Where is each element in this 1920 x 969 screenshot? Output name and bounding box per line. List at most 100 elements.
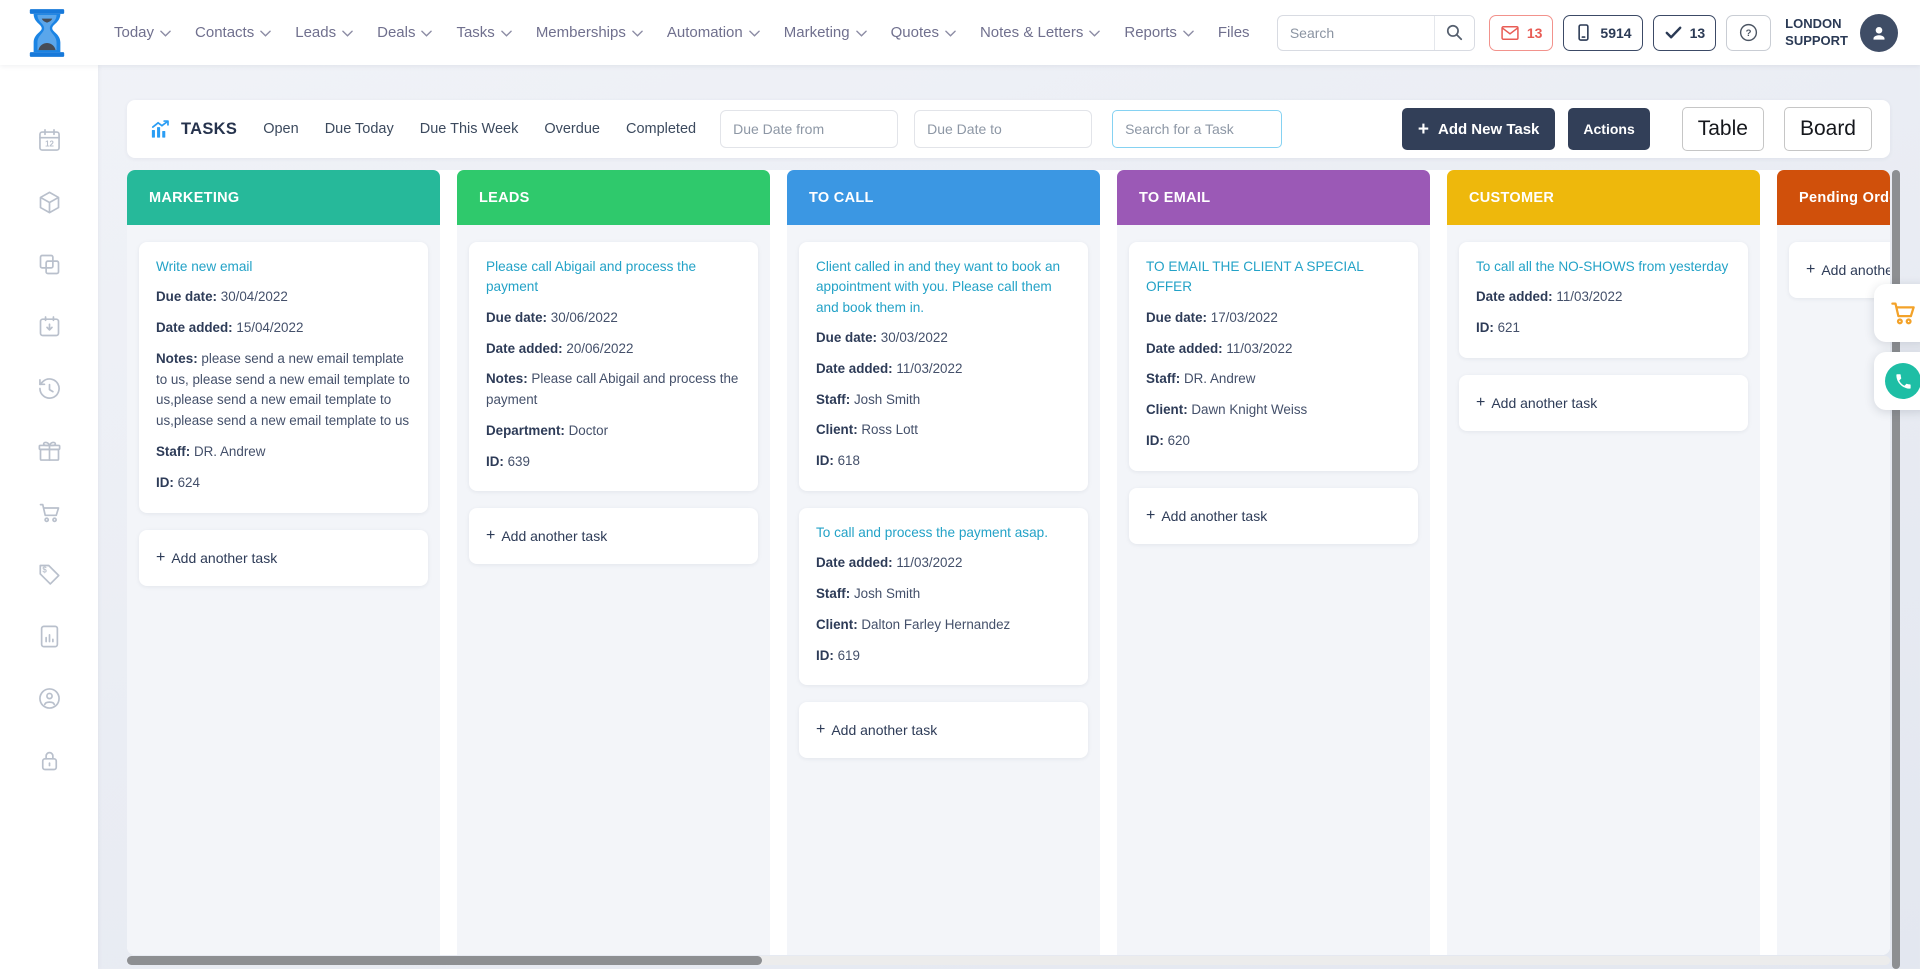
task-card[interactable]: Write new email Due date: 30/04/2022 Dat…: [139, 242, 428, 513]
add-another-task-label: Add another task: [1161, 508, 1267, 524]
user-name: LONDON SUPPORT: [1785, 16, 1848, 50]
field-label: ID:: [816, 648, 834, 663]
task-card[interactable]: TO EMAIL THE CLIENT A SPECIAL OFFER Due …: [1129, 242, 1418, 471]
actions-button[interactable]: Actions: [1568, 108, 1649, 150]
column-header[interactable]: TO CALL: [787, 170, 1100, 225]
add-another-task-label: Add another task: [501, 528, 607, 544]
field-value: 11/03/2022: [896, 361, 962, 376]
nav-today[interactable]: Today: [114, 24, 171, 41]
nav-automation[interactable]: Automation: [667, 24, 760, 41]
sidebar-item-pricing[interactable]: $: [36, 561, 63, 588]
calendar-sync-icon: [36, 313, 63, 340]
page-title-text: TASKS: [181, 120, 237, 139]
nav-files[interactable]: Files: [1218, 24, 1250, 41]
task-title-link[interactable]: To call all the NO-SHOWS from yesterday: [1476, 257, 1731, 277]
task-title-link[interactable]: Write new email: [156, 257, 411, 277]
table-view-button[interactable]: Table: [1682, 107, 1764, 151]
avatar[interactable]: [1860, 14, 1898, 52]
nav-tasks[interactable]: Tasks: [456, 24, 511, 41]
plus-icon: +: [1418, 120, 1429, 139]
global-search-input[interactable]: [1278, 25, 1434, 41]
field-value: Doctor: [569, 423, 608, 438]
column-header[interactable]: MARKETING: [127, 170, 440, 225]
sidebar-item-reports[interactable]: [36, 623, 63, 650]
help-button[interactable]: ?: [1726, 15, 1771, 51]
due-date-to-input[interactable]: [914, 110, 1092, 148]
filter-completed[interactable]: Completed: [626, 121, 696, 137]
field-value: 624: [178, 475, 200, 490]
add-another-task-label: Add another task: [1491, 395, 1597, 411]
add-new-task-button[interactable]: +Add New Task: [1402, 108, 1556, 150]
cart-icon: [1888, 298, 1918, 328]
board-view-button[interactable]: Board: [1784, 107, 1872, 151]
task-card[interactable]: Please call Abigail and process the paym…: [469, 242, 758, 491]
task-title-link[interactable]: Please call Abigail and process the paym…: [486, 257, 741, 298]
chevron-down-icon: [501, 30, 512, 37]
sidebar-item-security[interactable]: [36, 747, 63, 774]
field-label: Staff:: [156, 444, 190, 459]
sidebar-item-pages[interactable]: [36, 251, 63, 278]
tasks-toolbar: TASKS Open Due Today Due This Week Overd…: [127, 100, 1890, 158]
sidebar-item-packages[interactable]: [36, 189, 63, 216]
filter-due-this-week[interactable]: Due This Week: [420, 121, 519, 137]
column-title: MARKETING: [149, 190, 240, 206]
cart-fab-button[interactable]: [1874, 284, 1920, 342]
nav-memberships[interactable]: Memberships: [536, 24, 643, 41]
plus-icon: +: [1146, 508, 1155, 524]
sidebar-item-calendar[interactable]: 12: [36, 127, 63, 154]
calls-button[interactable]: 5914: [1563, 15, 1642, 51]
chevron-down-icon: [749, 30, 760, 37]
search-button[interactable]: [1434, 16, 1474, 50]
nav-leads[interactable]: Leads: [295, 24, 353, 41]
sidebar-item-orders[interactable]: [36, 499, 63, 526]
app-logo[interactable]: [26, 7, 68, 59]
add-another-task-button[interactable]: +Add another task: [139, 530, 428, 586]
column-header[interactable]: Pending Orders: [1777, 170, 1890, 225]
tasks-count-button[interactable]: 13: [1653, 15, 1717, 51]
task-title-link[interactable]: TO EMAIL THE CLIENT A SPECIAL OFFER: [1146, 257, 1401, 298]
nav-notes-letters[interactable]: Notes & Letters: [980, 24, 1100, 41]
horizontal-scrollbar[interactable]: [127, 956, 1890, 965]
nav-contacts[interactable]: Contacts: [195, 24, 271, 41]
email-notifications-button[interactable]: 13: [1489, 15, 1554, 51]
task-count: 13: [1690, 25, 1706, 41]
horizontal-scrollbar-thumb[interactable]: [127, 956, 762, 965]
field-label: Date added:: [816, 555, 893, 570]
nav-reports[interactable]: Reports: [1124, 24, 1194, 41]
main-nav: Today Contacts Leads Deals Tasks Members…: [114, 24, 1250, 41]
sidebar-item-gifts[interactable]: [36, 437, 63, 464]
due-date-from-input[interactable]: [720, 110, 898, 148]
sidebar-item-history[interactable]: [36, 375, 63, 402]
topbar: Today Contacts Leads Deals Tasks Members…: [0, 0, 1920, 65]
task-title-link[interactable]: To call and process the payment asap.: [816, 523, 1071, 543]
nav-quotes[interactable]: Quotes: [891, 24, 956, 41]
column-header[interactable]: LEADS: [457, 170, 770, 225]
field-value: 11/03/2022: [1556, 289, 1622, 304]
column-header[interactable]: TO EMAIL: [1117, 170, 1430, 225]
column-title: TO CALL: [809, 190, 874, 206]
task-card[interactable]: To call and process the payment asap. Da…: [799, 508, 1088, 685]
add-another-task-button[interactable]: +Add another task: [799, 702, 1088, 758]
column-header[interactable]: CUSTOMER: [1447, 170, 1760, 225]
task-search-input[interactable]: [1112, 110, 1282, 148]
chevron-down-icon: [160, 30, 171, 37]
field-label: Notes:: [156, 351, 198, 366]
add-another-task-button[interactable]: +Add another task: [469, 508, 758, 564]
package-icon: [36, 189, 63, 216]
filter-open[interactable]: Open: [263, 121, 298, 137]
nav-label: Tasks: [456, 24, 494, 41]
task-title-link[interactable]: Client called in and they want to book a…: [816, 257, 1071, 318]
task-card[interactable]: To call all the NO-SHOWS from yesterday …: [1459, 242, 1748, 358]
field-value: Josh Smith: [854, 586, 920, 601]
task-card[interactable]: Client called in and they want to book a…: [799, 242, 1088, 491]
filter-due-today[interactable]: Due Today: [325, 121, 394, 137]
nav-marketing[interactable]: Marketing: [784, 24, 867, 41]
add-another-task-button[interactable]: +Add another task: [1459, 375, 1748, 431]
column-title: LEADS: [479, 190, 530, 206]
sidebar-item-support[interactable]: [36, 685, 63, 712]
filter-overdue[interactable]: Overdue: [544, 121, 600, 137]
phone-fab-button[interactable]: [1874, 352, 1920, 410]
sidebar-item-calendar-sync[interactable]: [36, 313, 63, 340]
nav-deals[interactable]: Deals: [377, 24, 432, 41]
add-another-task-button[interactable]: + Add another task: [1129, 488, 1418, 544]
